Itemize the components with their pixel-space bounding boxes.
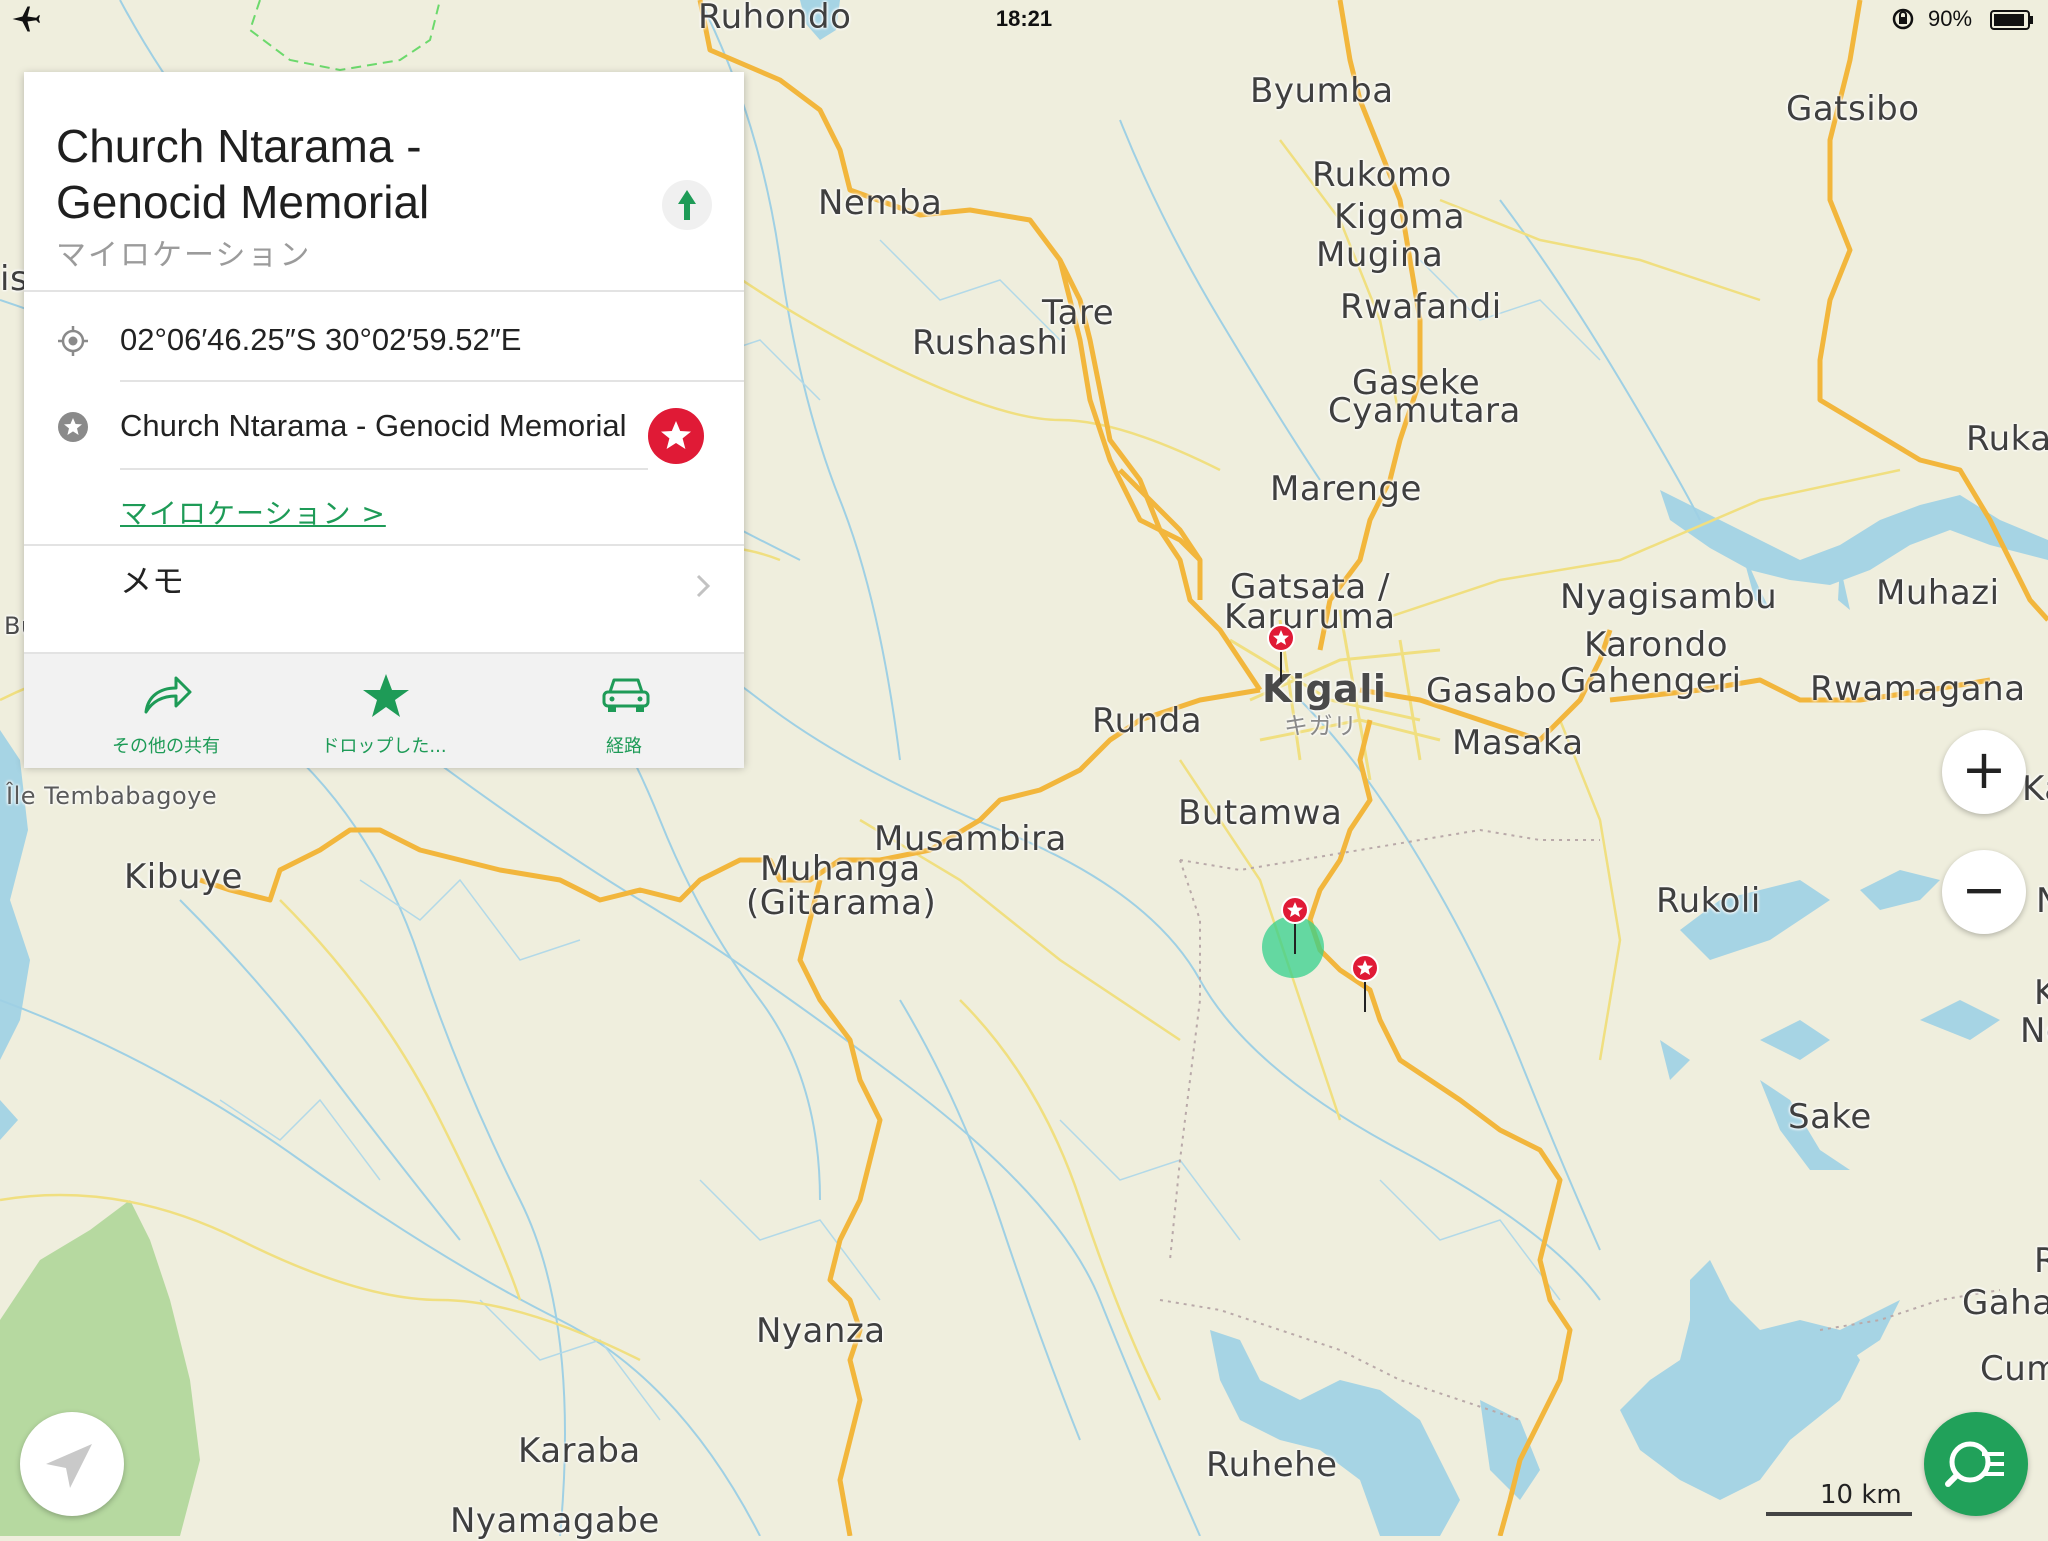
label-cyamutara: Cyamutara <box>1328 391 1521 431</box>
bookmark-star-icon <box>58 412 88 442</box>
label-karaba: Karaba <box>518 1431 641 1471</box>
scale-label: 10 km <box>1820 1480 1902 1510</box>
battery-icon <box>1990 10 2033 30</box>
label-rukoli: Rukoli <box>1656 881 1761 921</box>
place-title: Church Ntarama - Genocid Memorial <box>56 118 616 230</box>
label-byumba: Byumba <box>1250 71 1394 111</box>
label-gitarama: (Gitarama) <box>746 883 937 923</box>
label-ile-tembabagoye: Île Tembabagoye <box>6 782 218 810</box>
label-karondo: Karondo <box>1584 625 1728 665</box>
place-title-line2: Genocid Memorial <box>56 176 430 228</box>
zoom-in-button[interactable]: + <box>1942 730 2026 814</box>
label-masaka: Masaka <box>1452 723 1584 763</box>
label-ruka: Ruka <box>1966 419 2048 459</box>
star-icon <box>661 421 691 449</box>
search-menu-button[interactable] <box>1924 1412 2028 1516</box>
map-scale: 10 km <box>1766 1480 1914 1516</box>
label-sake: Sake <box>1788 1097 1872 1137</box>
label-kigoma: Kigoma <box>1334 197 1466 237</box>
card-toolbar: その他の共有 ドロップした... 経路 <box>24 652 744 768</box>
label-rukomo: Rukomo <box>1312 155 1452 195</box>
label-edge-no: No <box>2020 1011 2048 1051</box>
direction-arrow-icon <box>678 190 696 220</box>
divider <box>120 468 648 470</box>
status-time: 18:21 <box>995 6 1053 31</box>
status-bar: 18:21 90% <box>0 0 2048 40</box>
bookmark-pin-kigali[interactable] <box>1266 624 1296 684</box>
label-edge-k: K <box>2034 973 2048 1013</box>
divider <box>120 380 744 382</box>
label-nyagisambu: Nyagisambu <box>1560 577 1778 617</box>
route-label: 経路 <box>606 736 642 757</box>
bookmark-pin-nyamata[interactable] <box>1350 954 1380 1014</box>
label-nyamagabe: Nyamagabe <box>450 1501 660 1541</box>
label-edge-n: N <box>2036 883 2048 920</box>
label-cum: Cum <box>1980 1349 2048 1389</box>
label-nyanza: Nyanza <box>756 1311 886 1351</box>
my-location-button[interactable] <box>20 1412 124 1516</box>
label-marenge: Marenge <box>1270 469 1422 509</box>
dropped-pin-label: ドロップした... <box>321 736 447 757</box>
route-button[interactable]: 経路 <box>504 654 744 768</box>
zoom-out-label: − <box>1961 858 2007 921</box>
zoom-in-label: + <box>1961 738 2007 801</box>
battery-percentage: 90% <box>1928 6 1973 31</box>
divider <box>24 544 744 546</box>
star-icon <box>363 674 409 717</box>
label-gaha: Gaha <box>1962 1283 2048 1323</box>
label-runda: Runda <box>1092 701 1203 741</box>
label-edge-r: R <box>2034 1241 2048 1281</box>
coordinates-text[interactable]: 02°06′46.25″S 30°02′59.52″E <box>120 322 521 358</box>
location-arrow-icon <box>46 1444 92 1488</box>
share-arrow-icon <box>144 676 192 714</box>
label-ruhehe: Ruhehe <box>1206 1445 1338 1485</box>
place-info-card: Church Ntarama - Genocid Memorial マイロケーシ… <box>24 72 744 768</box>
bookmark-color-button[interactable] <box>648 408 704 464</box>
scale-bar <box>1766 1512 1912 1516</box>
car-icon <box>602 678 650 712</box>
chevron-right-icon <box>696 574 711 598</box>
dropped-pin-button[interactable]: ドロップした... <box>264 654 504 768</box>
label-karuruma: Karuruma <box>1224 597 1396 637</box>
label-muhazi: Muhazi <box>1876 573 2000 613</box>
bookmark-set-link[interactable]: マイロケーション > <box>120 492 386 532</box>
label-nemba: Nemba <box>818 183 943 223</box>
share-label: その他の共有 <box>112 736 220 757</box>
label-gasabo: Gasabo <box>1426 671 1558 711</box>
coordinates-icon <box>58 326 88 356</box>
label-gahengeri: Gahengeri <box>1560 661 1742 701</box>
bookmark-name[interactable]: Church Ntarama - Genocid Memorial <box>120 408 627 444</box>
divider <box>24 290 744 292</box>
label-rwafandi: Rwafandi <box>1340 287 1502 327</box>
label-kibuye: Kibuye <box>124 857 243 897</box>
share-button[interactable]: その他の共有 <box>46 654 286 768</box>
zoom-out-button[interactable]: − <box>1942 850 2026 934</box>
bookmark-pin-ntarama[interactable] <box>1280 896 1310 956</box>
label-kigali-ja: キガリ <box>1284 712 1358 740</box>
label-mugina: Mugina <box>1316 235 1444 275</box>
label-rushashi: Rushashi <box>912 323 1069 363</box>
memo-row[interactable]: メモ <box>120 556 184 602</box>
label-rwamagana: Rwamagana <box>1810 669 2026 709</box>
direction-arrow-button[interactable] <box>662 180 712 230</box>
place-title-line1: Church Ntarama - <box>56 120 422 172</box>
place-subtitle: マイロケーション <box>56 238 312 273</box>
label-butamwa: Butamwa <box>1178 793 1343 833</box>
label-gatsibo: Gatsibo <box>1786 89 1920 129</box>
search-list-icon <box>1945 1441 2004 1487</box>
rotation-lock-icon <box>1892 8 1914 30</box>
